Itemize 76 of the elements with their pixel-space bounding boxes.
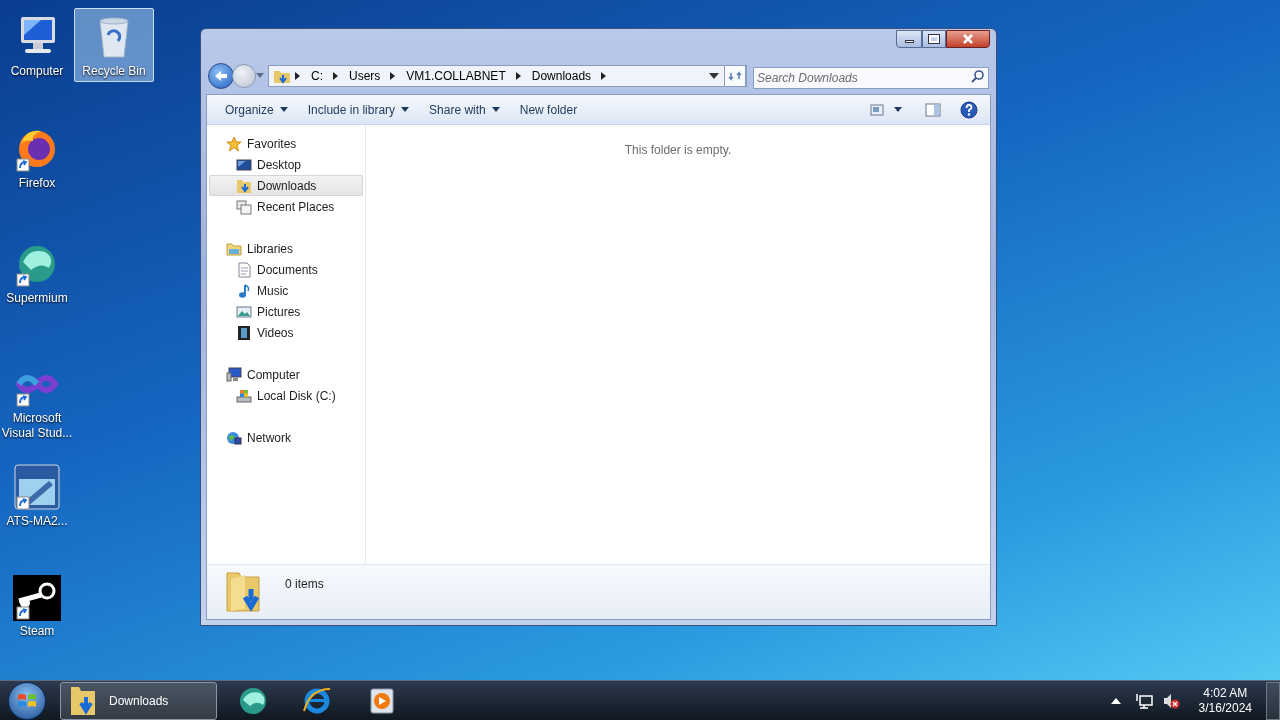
nav-item[interactable]: Network — [209, 427, 363, 448]
folder-icon — [273, 68, 291, 84]
start-button[interactable] — [8, 681, 46, 720]
caret-icon — [401, 107, 410, 112]
nav-item[interactable]: Downloads — [209, 175, 363, 196]
toolbar-button[interactable]: New folder — [509, 97, 588, 122]
icon-label: Recycle Bin — [82, 64, 146, 79]
view-icon — [870, 103, 884, 116]
document-icon — [236, 261, 252, 278]
app-tile-icon — [11, 463, 63, 511]
drive-icon — [236, 387, 252, 404]
nav-item[interactable]: Pictures — [209, 301, 363, 322]
desktop-icon[interactable]: Microsoft Visual Stud... — [0, 355, 77, 444]
icon-label: Microsoft Visual Stud... — [0, 411, 74, 441]
icon-label: Supermium — [6, 291, 68, 306]
caret-icon — [279, 107, 288, 112]
show-hidden-icons-icon[interactable] — [1110, 697, 1121, 704]
icon-label: ATS-MA2... — [6, 514, 68, 529]
taskbar-button[interactable]: Downloads — [60, 681, 217, 720]
folder-icon — [225, 569, 263, 613]
breadcrumb-item[interactable]: C: — [305, 67, 329, 85]
nav-item[interactable]: Music — [209, 280, 363, 301]
maximize-button[interactable] — [922, 30, 946, 48]
minimize-button[interactable] — [896, 30, 922, 48]
refresh-icon — [728, 70, 742, 82]
nav-item[interactable]: Favorites — [209, 133, 363, 154]
icon-label: Computer — [10, 64, 64, 79]
search-field[interactable]: Search Downloads — [753, 67, 989, 89]
folder-icon — [226, 240, 242, 257]
help-icon — [960, 100, 978, 119]
back-button[interactable] — [208, 63, 234, 89]
nav-item[interactable]: Desktop — [209, 154, 363, 175]
refresh-button[interactable] — [724, 65, 746, 87]
desktop-icon[interactable]: Firefox — [0, 120, 77, 194]
film-strip-icon — [236, 324, 252, 341]
desktop-icon[interactable]: Steam — [0, 568, 77, 642]
caret-icon — [491, 107, 500, 112]
address-bar[interactable]: C: Users VM1.COLLABNET Downloads — [268, 65, 747, 87]
pane-icon — [925, 102, 941, 117]
desktop-icon[interactable]: Computer — [0, 8, 77, 82]
breadcrumb-item[interactable]: Users — [343, 67, 387, 85]
star-icon — [226, 135, 242, 152]
desktop-icon[interactable]: Supermium — [0, 235, 77, 309]
nav-item[interactable]: Videos — [209, 322, 363, 343]
nav-item[interactable]: Libraries — [209, 238, 363, 259]
folder-icon — [236, 177, 252, 194]
close-icon — [962, 34, 974, 44]
breadcrumb-item[interactable]: VM1.COLLABNET — [400, 67, 512, 85]
icon-label: Firefox — [18, 176, 56, 191]
monitor-icon — [236, 156, 252, 173]
clock[interactable]: 4:02 AM 3/16/2024 — [1198, 685, 1252, 716]
caret-icon — [894, 107, 902, 112]
toolbar-button[interactable]: Share with — [419, 97, 510, 122]
close-button[interactable] — [946, 30, 990, 48]
toolbar-button[interactable]: Include in library — [297, 97, 420, 122]
music-note-icon — [236, 282, 252, 299]
computer-icon — [226, 366, 242, 383]
picture-icon — [236, 303, 252, 320]
nav-item[interactable]: Recent Places — [209, 196, 363, 217]
network-icon[interactable] — [1134, 692, 1153, 709]
nav-item[interactable]: Local Disk (C:) — [209, 385, 363, 406]
nav-item[interactable]: Computer — [209, 364, 363, 385]
item-count: 0 items — [285, 576, 324, 593]
breadcrumb-item[interactable]: Downloads — [525, 67, 598, 85]
back-arrow-icon — [214, 70, 228, 82]
nav-item[interactable]: Documents — [209, 259, 363, 280]
show-desktop-button[interactable] — [1266, 681, 1280, 720]
globe-icon — [226, 429, 242, 446]
icon-label: Steam — [19, 624, 55, 639]
toolbar-button[interactable]: Organize — [215, 97, 298, 122]
empty-folder-message: This folder is empty. — [624, 142, 732, 157]
search-icon[interactable] — [971, 69, 985, 83]
windows-logo-icon — [17, 691, 37, 710]
muted-speaker-icon[interactable] — [1162, 692, 1181, 709]
desktop-icon[interactable]: ATS-MA2... — [0, 458, 77, 532]
window-stack-icon — [236, 198, 252, 215]
